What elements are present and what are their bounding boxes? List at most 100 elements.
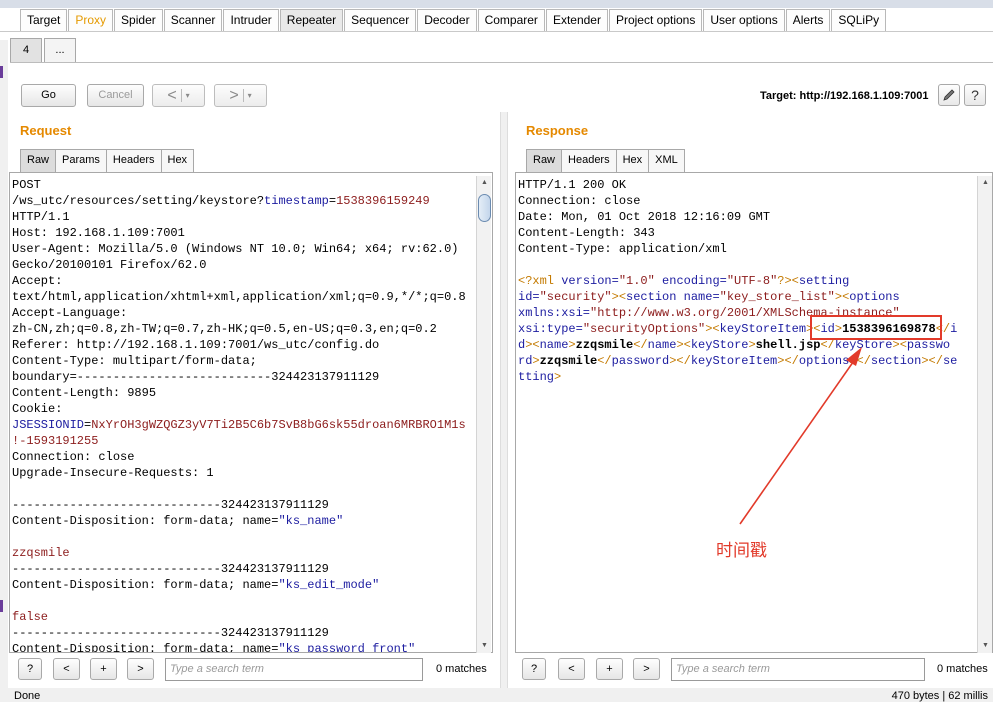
- go-button[interactable]: Go: [21, 84, 76, 107]
- response-search-options-button[interactable]: +: [596, 658, 623, 680]
- main-tab-sequencer[interactable]: Sequencer: [344, 9, 417, 31]
- scroll-up-icon[interactable]: ▲: [477, 176, 492, 190]
- request-match-count: 0 matches: [436, 663, 487, 675]
- response-line: Date: Mon, 01 Oct 2018 12:16:09 GMT: [518, 209, 957, 225]
- text-token: ><: [705, 322, 720, 336]
- text-token: "UTF-8": [726, 274, 778, 288]
- help-icon: ?: [971, 87, 979, 103]
- text-token: Content-Type: application/xml: [518, 242, 727, 256]
- text-token: Connection: close: [12, 450, 135, 464]
- main-tab-repeater[interactable]: Repeater: [279, 9, 344, 31]
- main-tab-decoder[interactable]: Decoder: [417, 9, 477, 31]
- text-token: Cookie:: [12, 402, 63, 416]
- back-button[interactable]: < ▾: [152, 84, 205, 107]
- text-token: "securityOptions": [582, 322, 706, 336]
- main-tab-proxy[interactable]: Proxy: [68, 9, 114, 31]
- text-token: i: [950, 322, 958, 336]
- repeater-tab-4[interactable]: 4: [10, 38, 42, 62]
- text-token: Content-Disposition: form-data; name=: [12, 578, 279, 592]
- repeater-tab-bar: 4...: [10, 38, 993, 63]
- text-token: -----------------------------32442313791…: [12, 626, 329, 640]
- text-token: Content-Type: multipart/form-data;: [12, 354, 257, 368]
- text-token: "ks_name": [278, 514, 344, 528]
- request-search-next-button[interactable]: >: [127, 658, 154, 680]
- response-tab-hex[interactable]: Hex: [615, 149, 650, 172]
- text-token: ></: [777, 354, 799, 368]
- request-search-input[interactable]: Type a search term: [165, 658, 423, 681]
- response-line: Content-Type: application/xml: [518, 241, 957, 257]
- request-line: Content-Disposition: form-data; name="ks…: [12, 513, 466, 529]
- request-search-options-button[interactable]: +: [90, 658, 117, 680]
- scroll-up-icon[interactable]: ▲: [978, 176, 993, 190]
- text-token: options: [849, 290, 900, 304]
- response-tab-raw[interactable]: Raw: [526, 149, 563, 172]
- text-token: POST: [12, 178, 41, 192]
- edit-target-button[interactable]: [938, 84, 960, 106]
- text-token: Accept-Language:: [12, 306, 128, 320]
- text-token: HTTP/1.1 200 OK: [518, 178, 627, 192]
- request-search-help-button[interactable]: ?: [18, 658, 42, 680]
- main-tab-bar: Target Proxy Spider Scanner Intruder Repeater…: [0, 8, 993, 32]
- new-tab-button[interactable]: ...: [44, 38, 76, 62]
- text-token: </: [633, 338, 648, 352]
- main-tab-target[interactable]: Target: [20, 9, 68, 31]
- request-scrollbar[interactable]: ▲ ▼: [476, 176, 491, 653]
- status-text: Done: [14, 690, 41, 702]
- main-tab-alerts[interactable]: Alerts: [785, 9, 831, 31]
- help-button[interactable]: ?: [964, 84, 986, 106]
- text-token: zh-CN,zh;q=0.8,zh-TW;q=0.7,zh-HK;q=0.5,e…: [12, 322, 437, 336]
- text-token: xmlns:xsi=: [518, 306, 591, 320]
- request-line: !-1593191255: [12, 433, 466, 449]
- main-tab-extender[interactable]: Extender: [545, 9, 608, 31]
- cancel-button[interactable]: Cancel: [87, 84, 144, 107]
- response-tab-xml[interactable]: XML: [648, 149, 685, 172]
- request-editor[interactable]: POST/ws_utc/resources/setting/keystore?t…: [9, 172, 493, 653]
- request-tab-hex[interactable]: Hex: [160, 149, 195, 172]
- text-token: id=: [518, 290, 540, 304]
- pencil-icon: [943, 89, 955, 101]
- response-scrollbar[interactable]: ▲ ▼: [977, 176, 992, 653]
- main-tab-user-options[interactable]: User options: [703, 9, 785, 31]
- main-tab-spider[interactable]: Spider: [114, 9, 163, 31]
- response-size-timing: 470 bytes | 62 millis: [891, 690, 988, 702]
- response-tab-headers[interactable]: Headers: [561, 149, 617, 172]
- text-token: >: [554, 370, 562, 384]
- response-editor[interactable]: HTTP/1.1 200 OK Connection: close Date: Mo…: [515, 172, 993, 653]
- request-line: Upgrade-Insecure-Requests: 1: [12, 465, 466, 481]
- response-line: id="security"><section name="key_store_l…: [518, 289, 957, 305]
- request-tab-params[interactable]: Params: [55, 149, 107, 172]
- request-tab-raw[interactable]: Raw: [20, 149, 57, 172]
- scroll-down-icon[interactable]: ▼: [477, 639, 492, 653]
- response-line: rd>zzqsmile</password></keyStoreItem></o…: [518, 353, 957, 369]
- response-search-help-button[interactable]: ?: [522, 658, 546, 680]
- response-view-tabs: Raw Headers Hex XML: [526, 149, 685, 172]
- main-tab-comparer[interactable]: Comparer: [477, 9, 545, 31]
- request-line: Content-Disposition: form-data; name="ks…: [12, 641, 466, 652]
- text-token: 1538396159249: [336, 194, 430, 208]
- split-pane-divider[interactable]: [500, 112, 508, 702]
- text-token: Connection: close: [518, 194, 641, 208]
- request-line: text/html,application/xhtml+xml,applicat…: [12, 289, 466, 305]
- main-tab-sqlipy[interactable]: SQLiPy: [831, 9, 887, 31]
- text-token: Host: 192.168.1.109:7001: [12, 226, 185, 240]
- request-search-prev-button[interactable]: <: [53, 658, 80, 680]
- text-token: ></: [921, 354, 943, 368]
- text-token: zzqsmile: [12, 546, 70, 560]
- response-search-input[interactable]: Type a search term: [671, 658, 925, 681]
- response-search-next-button[interactable]: >: [633, 658, 660, 680]
- request-line: -----------------------------32442313791…: [12, 497, 466, 513]
- text-token: "ks_edit_mode": [278, 578, 380, 592]
- response-search-prev-button[interactable]: <: [558, 658, 585, 680]
- main-tab-intruder[interactable]: Intruder: [223, 9, 279, 31]
- request-line: HTTP/1.1: [12, 209, 466, 225]
- scroll-down-icon[interactable]: ▼: [978, 639, 993, 653]
- request-line: false: [12, 609, 466, 625]
- window-top-strip: [0, 0, 993, 8]
- forward-button[interactable]: > ▾: [214, 84, 267, 107]
- main-tab-scanner[interactable]: Scanner: [163, 9, 223, 31]
- text-token: name=: [683, 290, 720, 304]
- text-token: keyStore: [690, 338, 749, 352]
- scroll-thumb[interactable]: [478, 194, 491, 222]
- request-tab-headers[interactable]: Headers: [105, 149, 162, 172]
- main-tab-project-options[interactable]: Project options: [608, 9, 703, 31]
